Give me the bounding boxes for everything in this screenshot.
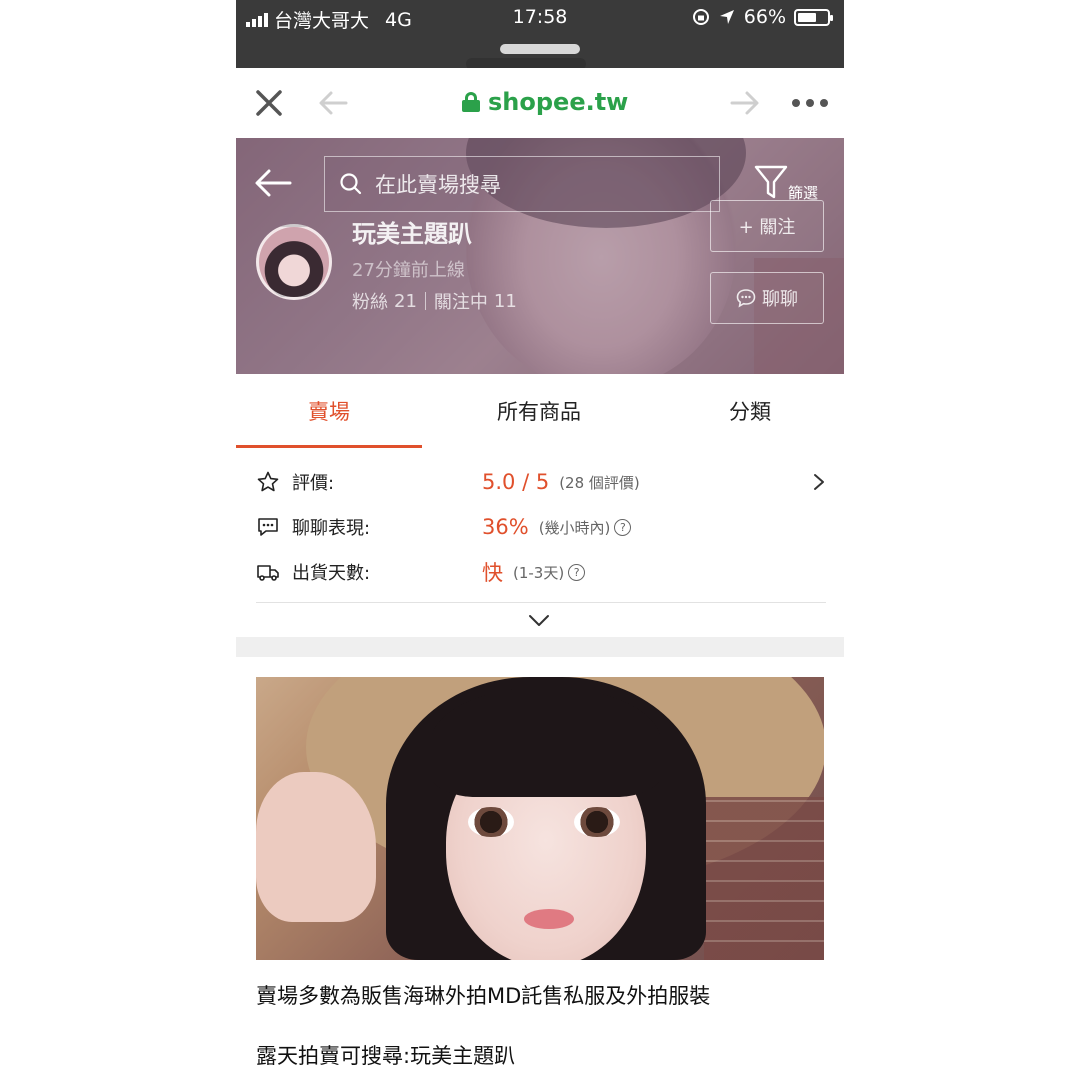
shipping-sub: (1-3天) bbox=[513, 563, 565, 582]
more-options-icon[interactable] bbox=[792, 94, 828, 112]
follow-button-label: + 關注 bbox=[738, 217, 796, 238]
lock-icon bbox=[462, 92, 480, 112]
metrics-divider bbox=[256, 602, 826, 603]
back-arrow-icon[interactable] bbox=[254, 168, 292, 198]
chat-performance-value: 36% bbox=[482, 515, 529, 539]
help-icon[interactable]: ? bbox=[614, 518, 632, 536]
following-label: 關注中 bbox=[433, 292, 488, 313]
photo-hand bbox=[256, 772, 376, 922]
status-right: 66% bbox=[692, 6, 833, 28]
star-icon bbox=[257, 471, 279, 492]
help-icon[interactable]: ? bbox=[568, 563, 586, 581]
phone-screen: 台灣大哥大 4G 17:58 66% shopee.tw 在此賣場搜尋 篩選 玩… bbox=[236, 0, 844, 1080]
battery-percent: 66% bbox=[743, 6, 786, 28]
shop-avatar[interactable] bbox=[256, 224, 332, 300]
close-icon[interactable] bbox=[254, 88, 284, 118]
filter-icon bbox=[754, 165, 788, 199]
shop-feature-image[interactable] bbox=[256, 677, 824, 960]
status-bar: 台灣大哥大 4G 17:58 66% bbox=[236, 0, 844, 70]
browser-sheet: shopee.tw 在此賣場搜尋 篩選 玩美主題趴 27分鐘前上線 粉絲 21 … bbox=[236, 68, 844, 1080]
shop-stats: 粉絲 21 關注中 11 bbox=[352, 288, 517, 314]
shop-tabs: 賣場 所有商品 分類 bbox=[236, 374, 844, 450]
battery-icon bbox=[794, 8, 833, 26]
stats-divider bbox=[424, 292, 426, 310]
follow-button[interactable]: + 關注 bbox=[710, 200, 824, 252]
shop-name: 玩美主題趴 bbox=[352, 220, 472, 248]
followers-label: 粉絲 bbox=[352, 292, 388, 313]
sheet-grabber[interactable] bbox=[500, 44, 580, 54]
chat-bubble-icon bbox=[736, 289, 756, 308]
chat-performance-row: 聊聊表現: 36% (幾小時內) ? bbox=[256, 507, 826, 547]
rating-row[interactable]: 評價: 5.0 / 5 (28 個評價) bbox=[256, 462, 826, 502]
browser-toolbar: shopee.tw bbox=[236, 68, 844, 138]
url-text: shopee.tw bbox=[488, 88, 629, 116]
photo-bangs bbox=[431, 687, 661, 797]
photo-eye-left bbox=[468, 807, 514, 837]
chat-performance-label: 聊聊表現: bbox=[292, 518, 371, 539]
rating-value: 5.0 / 5 bbox=[482, 470, 550, 494]
photo-eye-right bbox=[574, 807, 620, 837]
chat-button-label: 聊聊 bbox=[762, 289, 798, 310]
rotation-lock-icon bbox=[692, 9, 709, 25]
tab-shop[interactable]: 賣場 bbox=[236, 374, 422, 450]
photo-bricks bbox=[704, 797, 824, 960]
chat-performance-icon bbox=[258, 518, 278, 536]
rating-label: 評價: bbox=[292, 473, 335, 494]
browser-back-icon[interactable] bbox=[318, 90, 348, 116]
shipping-row: 出貨天數: 快 (1-3天) ? bbox=[256, 552, 826, 592]
rating-count: (28 個評價) bbox=[559, 473, 640, 492]
url-bar[interactable]: shopee.tw bbox=[462, 88, 628, 116]
last-online: 27分鐘前上線 bbox=[352, 260, 465, 281]
chevron-down-icon[interactable] bbox=[528, 614, 550, 628]
chevron-right-icon[interactable] bbox=[812, 472, 826, 492]
shop-header: 在此賣場搜尋 篩選 玩美主題趴 27分鐘前上線 粉絲 21 關注中 11 + 關… bbox=[236, 138, 844, 374]
chat-performance-note: (幾小時內) ? bbox=[539, 517, 632, 538]
tab-all-products[interactable]: 所有商品 bbox=[422, 374, 656, 450]
location-icon bbox=[719, 10, 734, 24]
following-count: 11 bbox=[493, 290, 517, 312]
shipping-label: 出貨天數: bbox=[292, 563, 371, 584]
followers-count: 21 bbox=[394, 290, 417, 312]
shipping-value: 快 bbox=[482, 561, 503, 585]
chat-performance-sub: (幾小時內) bbox=[538, 518, 611, 537]
filter-button[interactable]: 篩選 bbox=[754, 164, 836, 204]
search-placeholder: 在此賣場搜尋 bbox=[375, 173, 501, 197]
shipping-note: (1-3天) ? bbox=[513, 562, 586, 583]
search-icon bbox=[340, 173, 362, 195]
tab-categories[interactable]: 分類 bbox=[656, 374, 844, 450]
shop-description-line: 賣場多數為販售海琳外拍MD託售私服及外拍服裝 bbox=[256, 984, 711, 1008]
truck-icon bbox=[257, 565, 279, 581]
shop-search-input[interactable]: 在此賣場搜尋 bbox=[324, 156, 720, 212]
photo-lips bbox=[524, 909, 574, 929]
chat-button[interactable]: 聊聊 bbox=[710, 272, 824, 324]
shop-description-line: 露天拍賣可搜尋:玩美主題趴 bbox=[256, 1044, 516, 1068]
section-separator bbox=[236, 637, 844, 657]
browser-forward-icon[interactable] bbox=[730, 90, 760, 116]
